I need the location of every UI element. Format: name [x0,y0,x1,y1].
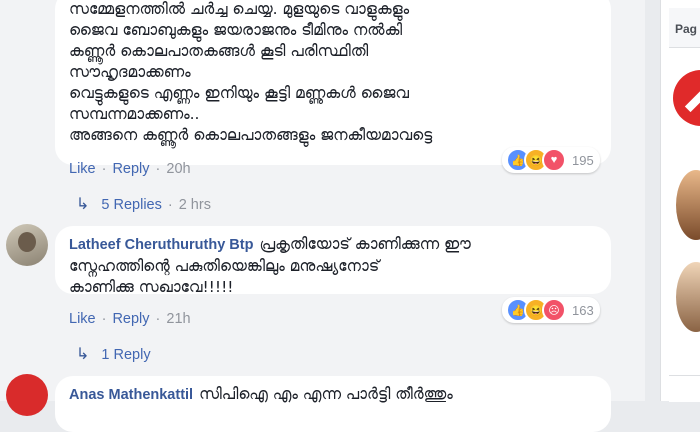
reply-arrow-icon: ↳ [76,346,90,363]
comment-line: ജൈവ ബോബുകളും ജയരാജനും ടീമിനും നൽകി [69,21,403,39]
reply-button[interactable]: Reply [112,161,149,177]
comment-actions: Like · Reply · 20h [69,161,191,177]
reply-button[interactable]: Reply [112,311,149,327]
reply-arrow-icon: ↳ [76,196,90,213]
sidebar-footer [669,375,700,402]
comment-line: സിപിഐ എം എന്ന പാർട്ടി തീർത്തും [199,385,453,403]
like-button[interactable]: Like [69,311,96,327]
comment-line: സമ്മേളനത്തിൽ ചർച്ച ചെയ്യ. മുളയുടെ വാളുകള… [69,0,410,18]
comment-line: വെട്ടുകളുടെ എണ്ണം ഇനിയും കൂട്ടി മണ്ണുകൾ … [69,84,409,102]
avatar[interactable] [6,374,48,416]
comment-line: അങ്ങനെ കണ്ണൂർ കൊലപാതങ്ങളും ജനകീയമാവട്ടെ [69,126,433,144]
column-gap [645,0,660,401]
comment-line: സ്നേഹത്തിന്റെ പകുതിയെങ്കിലും മനുഷ്യനോട് [69,257,380,275]
comments-feed: സമ്മേളനത്തിൽ ചർച്ച ചെയ്യ. മുളയുടെ വാളുകള… [0,0,645,432]
comment-author[interactable]: Latheef Cheruthuruthy Btp [69,237,253,253]
comment-line: കണ്ണൂർ കൊലപാതകങ്ങൾ കൂടി പരിസ്ഥിതി [69,42,369,60]
comment-line: സൗഹൃദമാക്കണം [69,63,191,81]
sad-reaction-icon: ☹ [542,298,566,322]
replies-count: 1 Reply [101,347,151,363]
comment-bubble-2: Latheef Cheruthuruthy Btp പ്രകൃതിയോട് കാണ… [55,226,611,296]
replies-time: 2 hrs [178,197,211,213]
comment-line: കാണിക്കു സഖാവേ!!!!! [69,278,234,296]
sidebar-header: Pag [669,8,700,48]
comment-actions: Like · Reply · 21h [69,311,191,327]
comment-bubble-3: Anas Mathenkattil സിപിഐ എം എന്ന പാർട്ടി ത… [55,376,611,432]
comment-line: പ്രകൃതിയോട് കാണിക്കുന്ന ഈ [259,235,471,253]
reaction-count: 163 [572,302,594,318]
love-reaction-icon: ♥ [542,148,566,172]
comment-time[interactable]: 21h [166,311,190,327]
view-replies-link[interactable]: ↳ 5 Replies · 2 hrs [76,194,211,214]
reaction-summary[interactable]: 👍 😆 ☹ 163 [502,297,600,323]
comment-time[interactable]: 20h [166,161,190,177]
avatar[interactable] [6,224,48,266]
replies-count: 5 Replies [101,197,162,213]
comment-line: സമ്പന്നമാക്കണം.. [69,105,200,123]
view-replies-link[interactable]: ↳ 1 Reply [76,344,151,364]
like-button[interactable]: Like [69,161,96,177]
reaction-count: 195 [572,152,594,168]
reaction-summary[interactable]: 👍 😆 ♥ 195 [502,147,600,173]
comment-bubble-1: സമ്മേളനത്തിൽ ചർച്ച ചെയ്യ. മുളയുടെ വാളുകള… [55,0,611,165]
